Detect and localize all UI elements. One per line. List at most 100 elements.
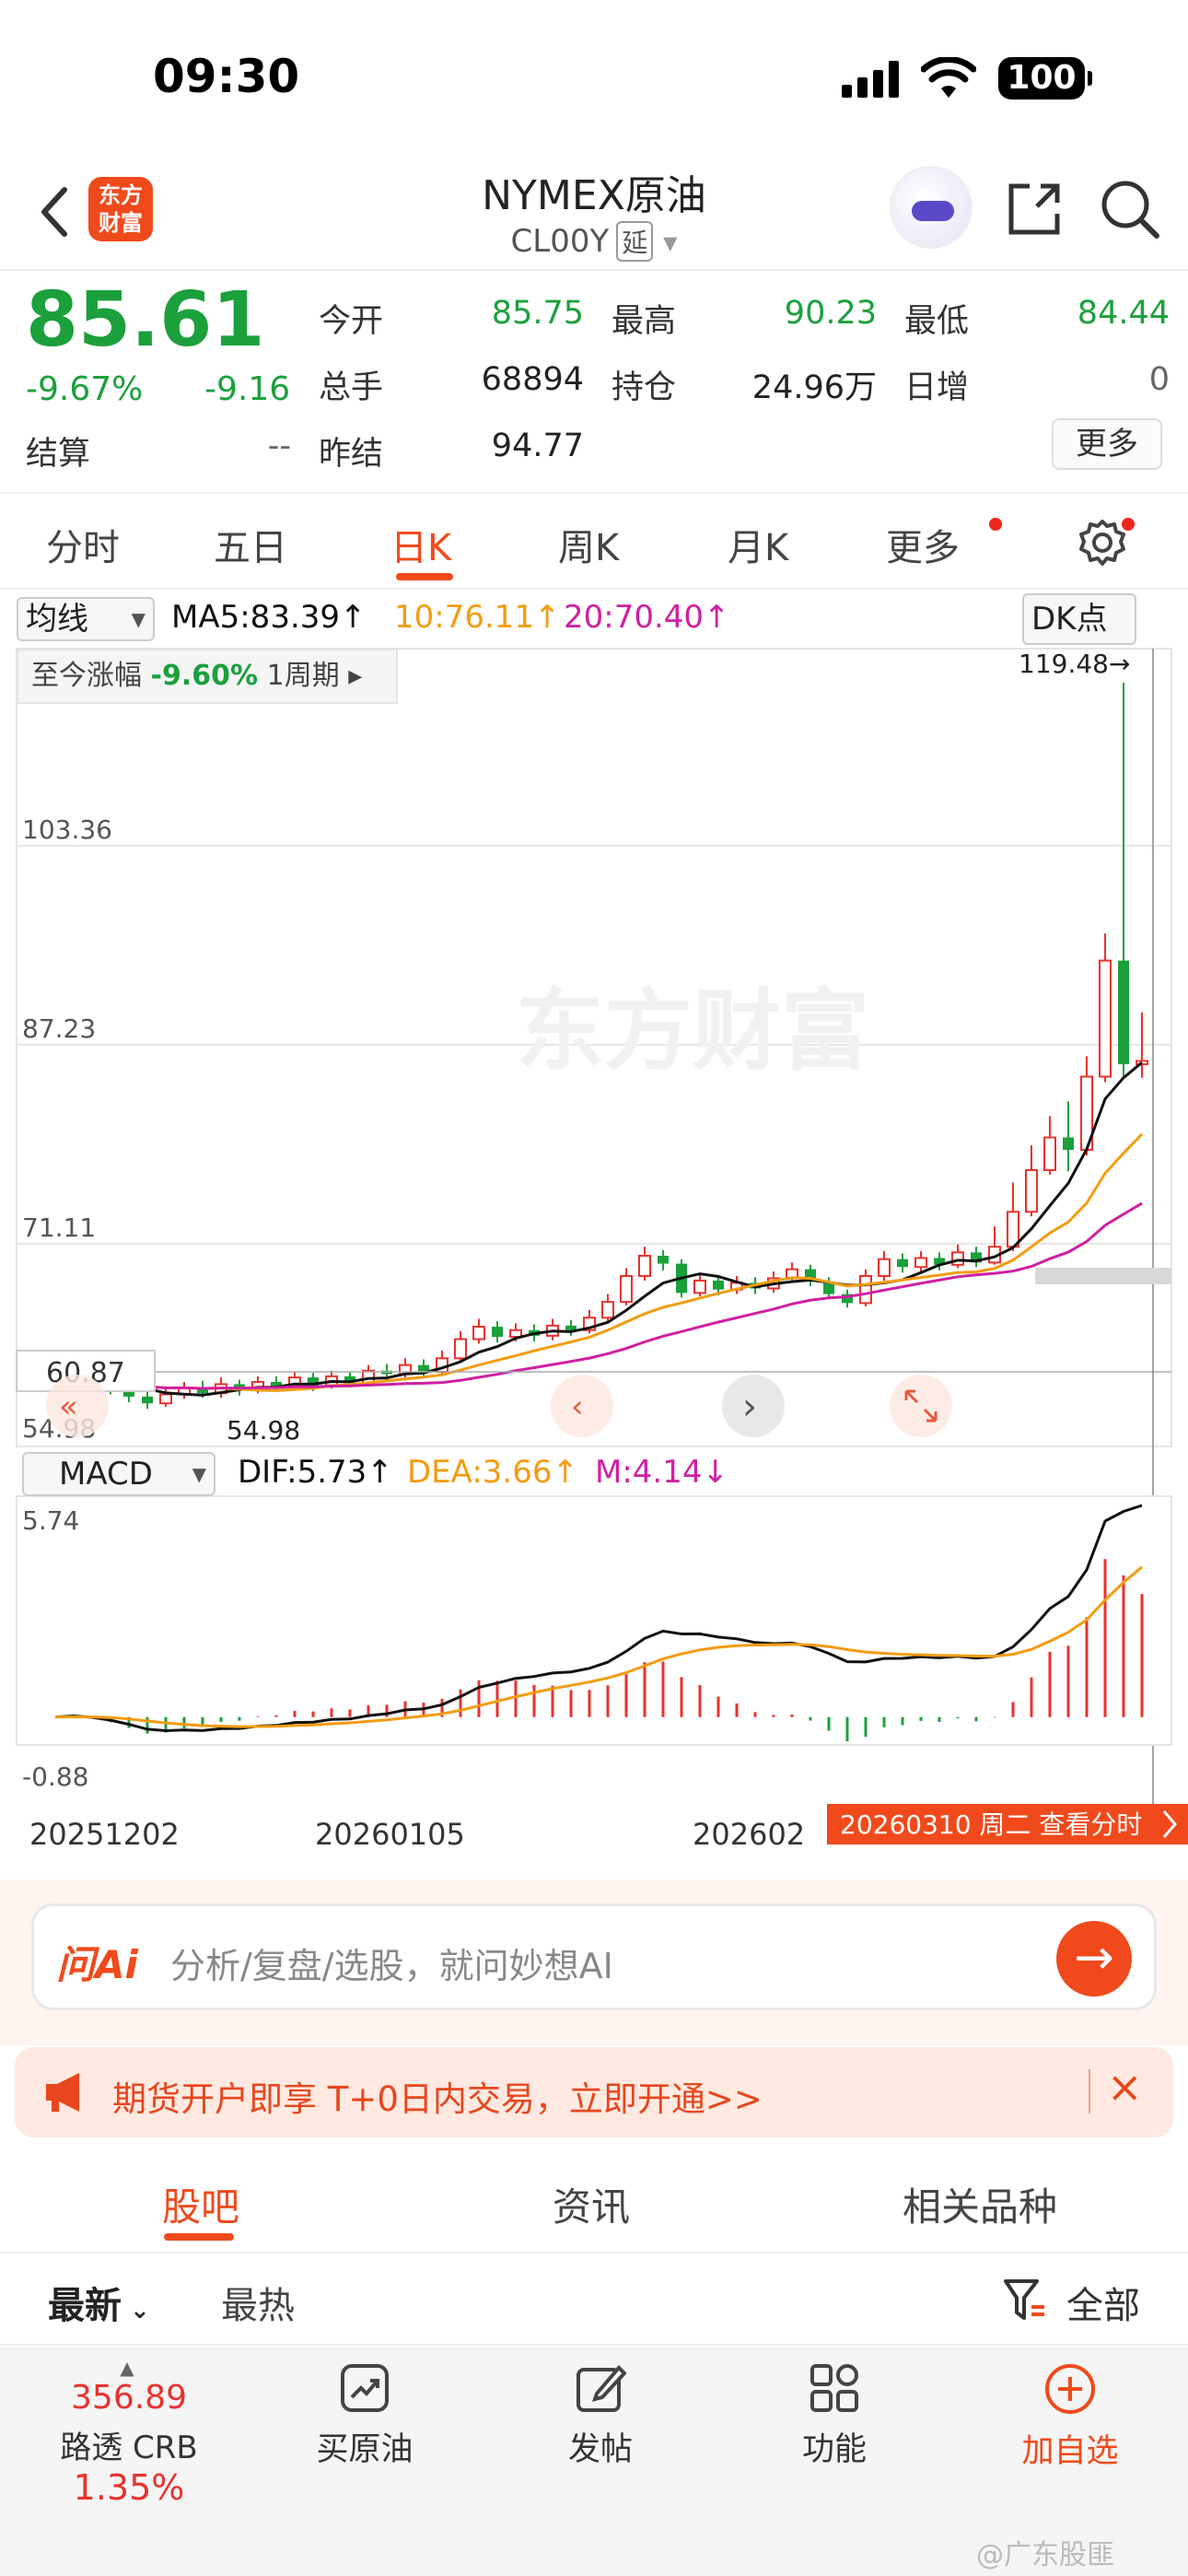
indicator-select[interactable]: MACD ▼ (22, 1452, 215, 1496)
active-tab-indicator (164, 2233, 234, 2241)
high-value: 90.23 (784, 295, 877, 332)
double-chevron-left-icon: « (59, 1388, 78, 1425)
tab-news[interactable]: 资讯 (553, 2176, 630, 2232)
add-circle-icon (1045, 2364, 1095, 2414)
close-icon[interactable]: × (1107, 2062, 1143, 2112)
chart-watermark: 东方财富 (516, 979, 869, 1083)
ma10-value: 10:76.11↑ (394, 599, 561, 636)
low-price-label: 54.98 (227, 1415, 300, 1446)
tab-daily-k[interactable]: 日K (390, 518, 451, 571)
add-watchlist-button[interactable]: 加自选 (996, 2362, 1144, 2472)
ask-ai-submit-button[interactable]: → (1056, 1921, 1132, 1996)
range-change-box[interactable]: 至今涨幅 -9.60% 1周期 ▸ (17, 649, 398, 704)
tab-monthly-k[interactable]: 月K (728, 518, 788, 571)
filter-all-label[interactable]: 全部 (1066, 2276, 1140, 2329)
ma20-value: 20:70.40↑ (564, 599, 730, 636)
tab-guba[interactable]: 股吧 (162, 2176, 239, 2232)
candle-body (1043, 1136, 1056, 1172)
daily-increase-value: 0 (1148, 361, 1170, 398)
date-label: 20251202 (29, 1817, 180, 1852)
clock: 09:30 (153, 50, 300, 103)
related-percent: 1.35% (73, 2467, 185, 2508)
open-label: 今开 (319, 303, 384, 340)
ma-legend-bar: 均线 ▼ MA5:83.39↑ 10:76.11↑ 20:70.40↑ DK点 (0, 593, 1188, 645)
chart-up-icon (341, 2364, 389, 2412)
buy-oil-button[interactable]: 买原油 (291, 2362, 438, 2470)
candle-body (472, 1326, 485, 1341)
community-tabs: 股吧 资讯 相关品种 (0, 2156, 1188, 2254)
caret-right-icon: ▸ (339, 660, 363, 692)
change-percent: -9.67% (26, 370, 144, 408)
active-tab-indicator (396, 573, 453, 580)
related-name: 路透 CRB (60, 2430, 198, 2466)
settle-value: -- (267, 427, 291, 464)
candle-body (1099, 959, 1112, 1078)
candle-body (159, 1393, 172, 1405)
tab-related[interactable]: 相关品种 (903, 2176, 1057, 2232)
date-label: 202602 (693, 1817, 805, 1852)
open-value: 85.75 (491, 295, 584, 332)
sort-hot-button[interactable]: 最热 (221, 2276, 295, 2329)
fullscreen-button[interactable] (890, 1375, 952, 1437)
ma-select[interactable]: 均线 ▼ (17, 597, 155, 641)
tab-weekly-k[interactable]: 周K (558, 518, 619, 571)
functions-button[interactable]: 功能 (761, 2362, 908, 2470)
caret-down-icon: ▼ (663, 231, 678, 254)
share-icon[interactable] (1004, 179, 1065, 240)
candle-body (1118, 960, 1129, 1065)
tab-more[interactable]: 更多 (886, 518, 960, 571)
code-text: CL00Y (510, 223, 610, 260)
robot-visor-icon (912, 201, 954, 221)
candle-body (454, 1338, 467, 1360)
range-period: 1周期 (266, 660, 340, 692)
related-quote[interactable]: ▲ 356.89 路透 CRB 1.35% (0, 2357, 258, 2508)
filter-icon[interactable] (1002, 2277, 1046, 2324)
tab-five-day[interactable]: 五日 (214, 518, 287, 571)
ask-ai-logo: 问Ai (56, 1942, 138, 1987)
macd-legend-bar: MACD ▼ DIF:5.73↑ DEA:3.66↑ M:4.14↓ (0, 1448, 1188, 1500)
divider (1089, 2069, 1090, 2113)
arrow-right-icon: → (1074, 1930, 1114, 1985)
ma5-value: MA5:83.39↑ (171, 599, 367, 636)
open-interest-label: 持仓 (611, 369, 677, 406)
caret-down-icon: ▼ (192, 1463, 206, 1485)
date-label: 20260105 (315, 1817, 465, 1852)
candle-body (713, 1280, 724, 1290)
dk-label: DK点 (1031, 601, 1108, 638)
candle-body (142, 1396, 153, 1404)
edit-icon (577, 2365, 627, 2412)
candle-body (951, 1251, 964, 1266)
sort-latest-button[interactable]: 最新 ⌄ (48, 2276, 150, 2329)
y-tick-label: 71.11 (22, 1212, 96, 1243)
promo-banner[interactable]: 期货开户即享 T+0日内交易，立即开通>> × (15, 2047, 1173, 2137)
ask-ai-input[interactable]: 问Ai 分析/复盘/选股，就问妙想AI → (31, 1903, 1157, 2010)
prev-settle-label: 昨结 (319, 436, 384, 473)
post-button[interactable]: 发帖 (527, 2362, 674, 2470)
wifi-icon (921, 57, 976, 98)
promo-text: 期货开户即享 T+0日内交易，立即开通>> (112, 2079, 763, 2119)
delay-badge: 延 (616, 221, 654, 262)
search-icon[interactable] (1098, 177, 1162, 241)
daily-increase-label: 日增 (904, 369, 970, 406)
tab-intraday[interactable]: 分时 (46, 518, 120, 571)
candle-body (1025, 1169, 1038, 1213)
candle-body (620, 1275, 633, 1304)
dea-value: DEA:3.66↑ (407, 1454, 578, 1491)
high-label: 最高 (611, 303, 677, 340)
y-tick-label: 103.36 (22, 814, 112, 845)
settle-label: 结算 (26, 436, 91, 473)
caret-down-icon: ▼ (131, 608, 146, 630)
more-quote-button[interactable]: 更多 (1052, 418, 1162, 470)
settings-gear-icon[interactable] (1077, 518, 1127, 568)
current-price-band (1035, 1268, 1171, 1284)
candle-body (878, 1258, 891, 1278)
open-interest-value: 24.96万 (751, 369, 877, 406)
dk-point-button[interactable]: DK点 (1022, 593, 1136, 645)
chevron-down-icon: ⌄ (122, 2297, 150, 2324)
add-watchlist-label: 加自选 (1021, 2433, 1119, 2470)
ai-robot-avatar[interactable] (890, 166, 973, 249)
candle-body (859, 1275, 872, 1305)
chevron-right-icon: › (742, 1386, 757, 1428)
chart-area[interactable]: 东方财富 60.87 103.36 87.23 71.11 54.98 119.… (0, 645, 1188, 1879)
signal-icon (842, 61, 899, 98)
